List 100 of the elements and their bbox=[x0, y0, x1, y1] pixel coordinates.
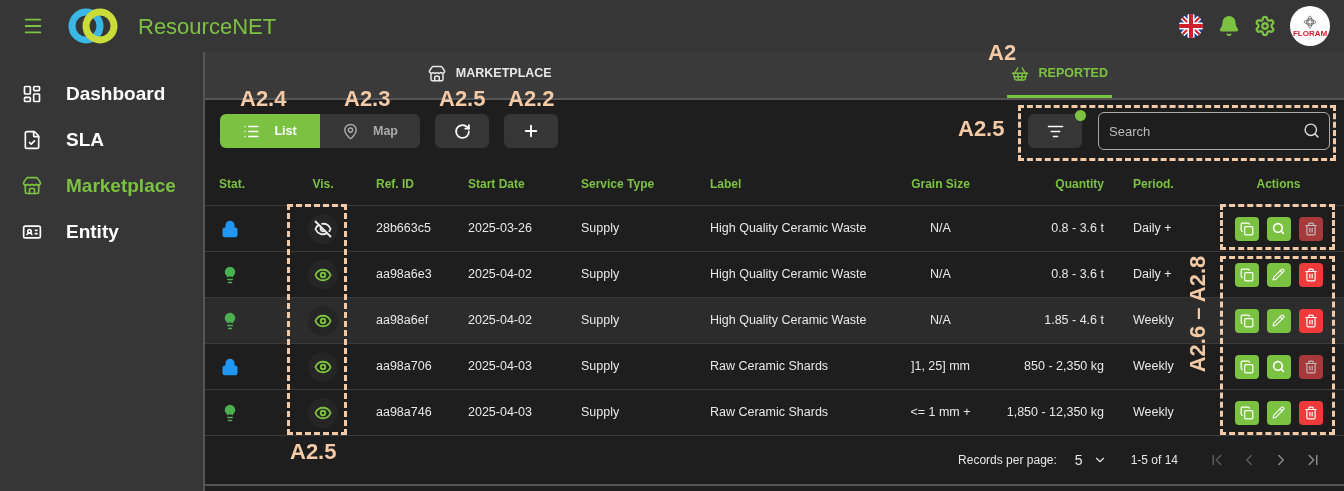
delete-button[interactable] bbox=[1298, 216, 1323, 241]
table-cell-text: 2025-03-26 bbox=[467, 220, 532, 238]
notifications-icon[interactable] bbox=[1218, 15, 1240, 37]
delete-button[interactable] bbox=[1298, 354, 1323, 379]
eye-off-icon bbox=[314, 219, 332, 238]
table-cell-text: 0.8 - 3.6 t bbox=[1051, 266, 1105, 284]
callout-label: A2.4 bbox=[240, 88, 287, 110]
copy-button[interactable] bbox=[1234, 308, 1259, 333]
avatar[interactable]: FLORAM bbox=[1290, 6, 1330, 46]
id-card-icon bbox=[22, 222, 42, 242]
copy-icon bbox=[1239, 267, 1254, 282]
table-cell-text: 0.8 - 3.6 t bbox=[1051, 220, 1105, 238]
search-icon bbox=[1303, 122, 1320, 139]
callout-label: A2.2 bbox=[508, 88, 555, 110]
delete-button[interactable] bbox=[1298, 400, 1323, 425]
edit-button[interactable] bbox=[1266, 308, 1291, 333]
callout-label: A2.6 – A2.8 bbox=[1187, 255, 1210, 373]
settings-icon[interactable] bbox=[1254, 15, 1276, 37]
table-cell-text: Supply bbox=[580, 358, 620, 376]
search-icon bbox=[1272, 360, 1285, 373]
dashboard-icon bbox=[22, 84, 42, 104]
flower-icon bbox=[1303, 14, 1317, 29]
refresh-button[interactable] bbox=[435, 114, 489, 148]
search-icon bbox=[1272, 222, 1285, 235]
column-header: Stat. bbox=[218, 175, 245, 193]
table-cell-text: Supply bbox=[580, 220, 620, 238]
copy-button[interactable] bbox=[1234, 262, 1259, 287]
sidebar-item[interactable]: Entity bbox=[0, 212, 203, 252]
table-cell-text: 850 - 2,350 kg bbox=[1024, 358, 1105, 376]
per-page-select[interactable]: 5 bbox=[1074, 449, 1107, 471]
table-cell-text: High Quality Ceramic Waste bbox=[709, 220, 867, 238]
refresh-icon bbox=[453, 122, 471, 140]
table-cell-text: Daily + bbox=[1132, 220, 1172, 238]
pencil-icon bbox=[1272, 268, 1285, 281]
store-icon bbox=[427, 64, 446, 83]
view-button[interactable] bbox=[1266, 216, 1291, 241]
visibility-toggle[interactable] bbox=[308, 397, 338, 428]
sidebar-item[interactable]: Marketplace bbox=[0, 166, 203, 206]
table-cell-text: N/A bbox=[930, 220, 951, 238]
column-header: Label bbox=[709, 175, 742, 193]
callout-label: A2.5 bbox=[290, 441, 337, 463]
table-cell-text: 2025-04-03 bbox=[467, 404, 532, 422]
delete-button[interactable] bbox=[1298, 262, 1323, 287]
table-cell-text: N/A bbox=[930, 312, 951, 330]
visibility-toggle[interactable] bbox=[308, 305, 338, 336]
table-cell-text: High Quality Ceramic Waste bbox=[709, 266, 867, 284]
column-header: Grain Size bbox=[911, 175, 970, 193]
search-field[interactable]: Search bbox=[1098, 112, 1330, 150]
copy-icon bbox=[1239, 359, 1254, 374]
column-header: Quantity bbox=[1055, 175, 1105, 193]
table-cell-text: <= 1 mm + bbox=[910, 404, 971, 422]
callout-label: A2.5 bbox=[958, 118, 1005, 140]
sidebar-item[interactable]: Dashboard bbox=[0, 74, 203, 114]
table-cell-text: aa98a6e3 bbox=[375, 266, 432, 284]
copy-icon bbox=[1239, 313, 1254, 328]
visibility-toggle[interactable] bbox=[308, 259, 338, 290]
table-cell-text: 28b663c5 bbox=[375, 220, 431, 238]
add-button[interactable] bbox=[504, 114, 558, 148]
records-per-page-label: Records per page: bbox=[958, 452, 1057, 469]
table-cell-text: Supply bbox=[580, 404, 620, 422]
table-cell-text: ]1, 25] mm bbox=[910, 358, 970, 376]
delete-button[interactable] bbox=[1298, 308, 1323, 333]
logo-icon bbox=[66, 6, 120, 46]
avatar-text: FLORAM bbox=[1292, 29, 1328, 38]
edit-button[interactable] bbox=[1266, 262, 1291, 287]
table-cell-text: 2025-04-03 bbox=[467, 358, 532, 376]
table-cell-text: 2025-04-02 bbox=[467, 266, 532, 284]
copy-icon bbox=[1239, 405, 1254, 420]
table-cell-text: 1.85 - 4.6 t bbox=[1044, 312, 1105, 330]
table-cell-text: Supply bbox=[580, 266, 620, 284]
visibility-toggle[interactable] bbox=[308, 351, 338, 382]
copy-button[interactable] bbox=[1234, 354, 1259, 379]
flag-icon[interactable] bbox=[1178, 13, 1204, 39]
table-cell-text: Weekly bbox=[1132, 404, 1174, 422]
store-icon bbox=[22, 176, 42, 196]
callout-label: A2.3 bbox=[344, 88, 391, 110]
pencil-icon bbox=[1272, 406, 1285, 419]
copy-button[interactable] bbox=[1234, 216, 1259, 241]
visibility-toggle[interactable] bbox=[308, 213, 338, 244]
column-header: Actions bbox=[1256, 175, 1301, 193]
table-cell-text: aa98a746 bbox=[375, 404, 432, 422]
column-header: Service Type bbox=[580, 175, 655, 193]
view-button[interactable] bbox=[1266, 354, 1291, 379]
table-cell-text: 1,850 - 12,350 kg bbox=[1006, 404, 1105, 422]
sidebar-item[interactable]: SLA bbox=[0, 120, 203, 160]
view-toggle-button[interactable]: Map bbox=[320, 114, 420, 148]
table-cell-text: aa98a706 bbox=[375, 358, 432, 376]
copy-button[interactable] bbox=[1234, 400, 1259, 425]
table-cell-text: Raw Ceramic Shards bbox=[709, 404, 829, 422]
page-range: 1-5 of 14 bbox=[1130, 452, 1178, 469]
app-title: ResourceNET bbox=[138, 12, 277, 41]
document-icon bbox=[22, 130, 42, 150]
column-header: Period. bbox=[1132, 175, 1174, 193]
copy-icon bbox=[1239, 221, 1254, 236]
table-cell-text: Daily + bbox=[1132, 266, 1172, 284]
map-pin-icon bbox=[342, 122, 359, 140]
table-cell-text: 2025-04-02 bbox=[467, 312, 532, 330]
table-cell-text: aa98a6ef bbox=[375, 312, 429, 330]
column-header: Ref. ID bbox=[375, 175, 414, 193]
edit-button[interactable] bbox=[1266, 400, 1291, 425]
